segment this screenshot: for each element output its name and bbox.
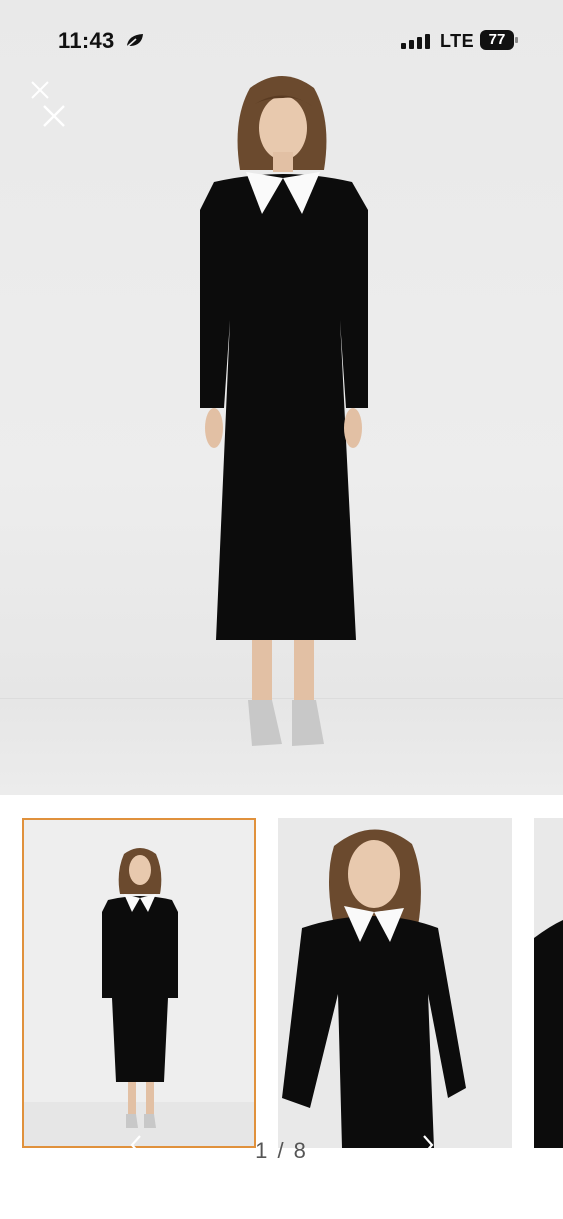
- thumbnail-2[interactable]: [278, 818, 512, 1148]
- chevron-right-icon[interactable]: [418, 1132, 438, 1158]
- product-gallery-screen: 11:43 LTE 77 1 / 8: [0, 0, 563, 1219]
- thumbnail-1-figure: [24, 848, 254, 1146]
- thumbnail-3-figure: [534, 818, 563, 1148]
- thumbnail-2-figure: [278, 818, 512, 1148]
- leaf-icon: [126, 34, 143, 48]
- battery-percent: 77: [488, 31, 506, 48]
- thumbnail-strip[interactable]: [0, 818, 563, 1148]
- battery-tip: [515, 37, 518, 43]
- close-button[interactable]: [28, 78, 72, 130]
- status-bar: 11:43 LTE 77: [0, 0, 563, 80]
- close-icon: [31, 81, 65, 127]
- thumbnail-1[interactable]: [22, 818, 256, 1148]
- main-product-image[interactable]: [0, 0, 563, 795]
- model-figure: [200, 76, 368, 746]
- thumbnail-3[interactable]: [534, 818, 563, 1148]
- battery-indicator: 77: [480, 30, 518, 50]
- signal-bars-icon: [401, 34, 430, 49]
- status-time: 11:43: [58, 28, 115, 53]
- gallery-counter: 1 / 8: [255, 1138, 308, 1163]
- network-label: LTE: [440, 31, 475, 51]
